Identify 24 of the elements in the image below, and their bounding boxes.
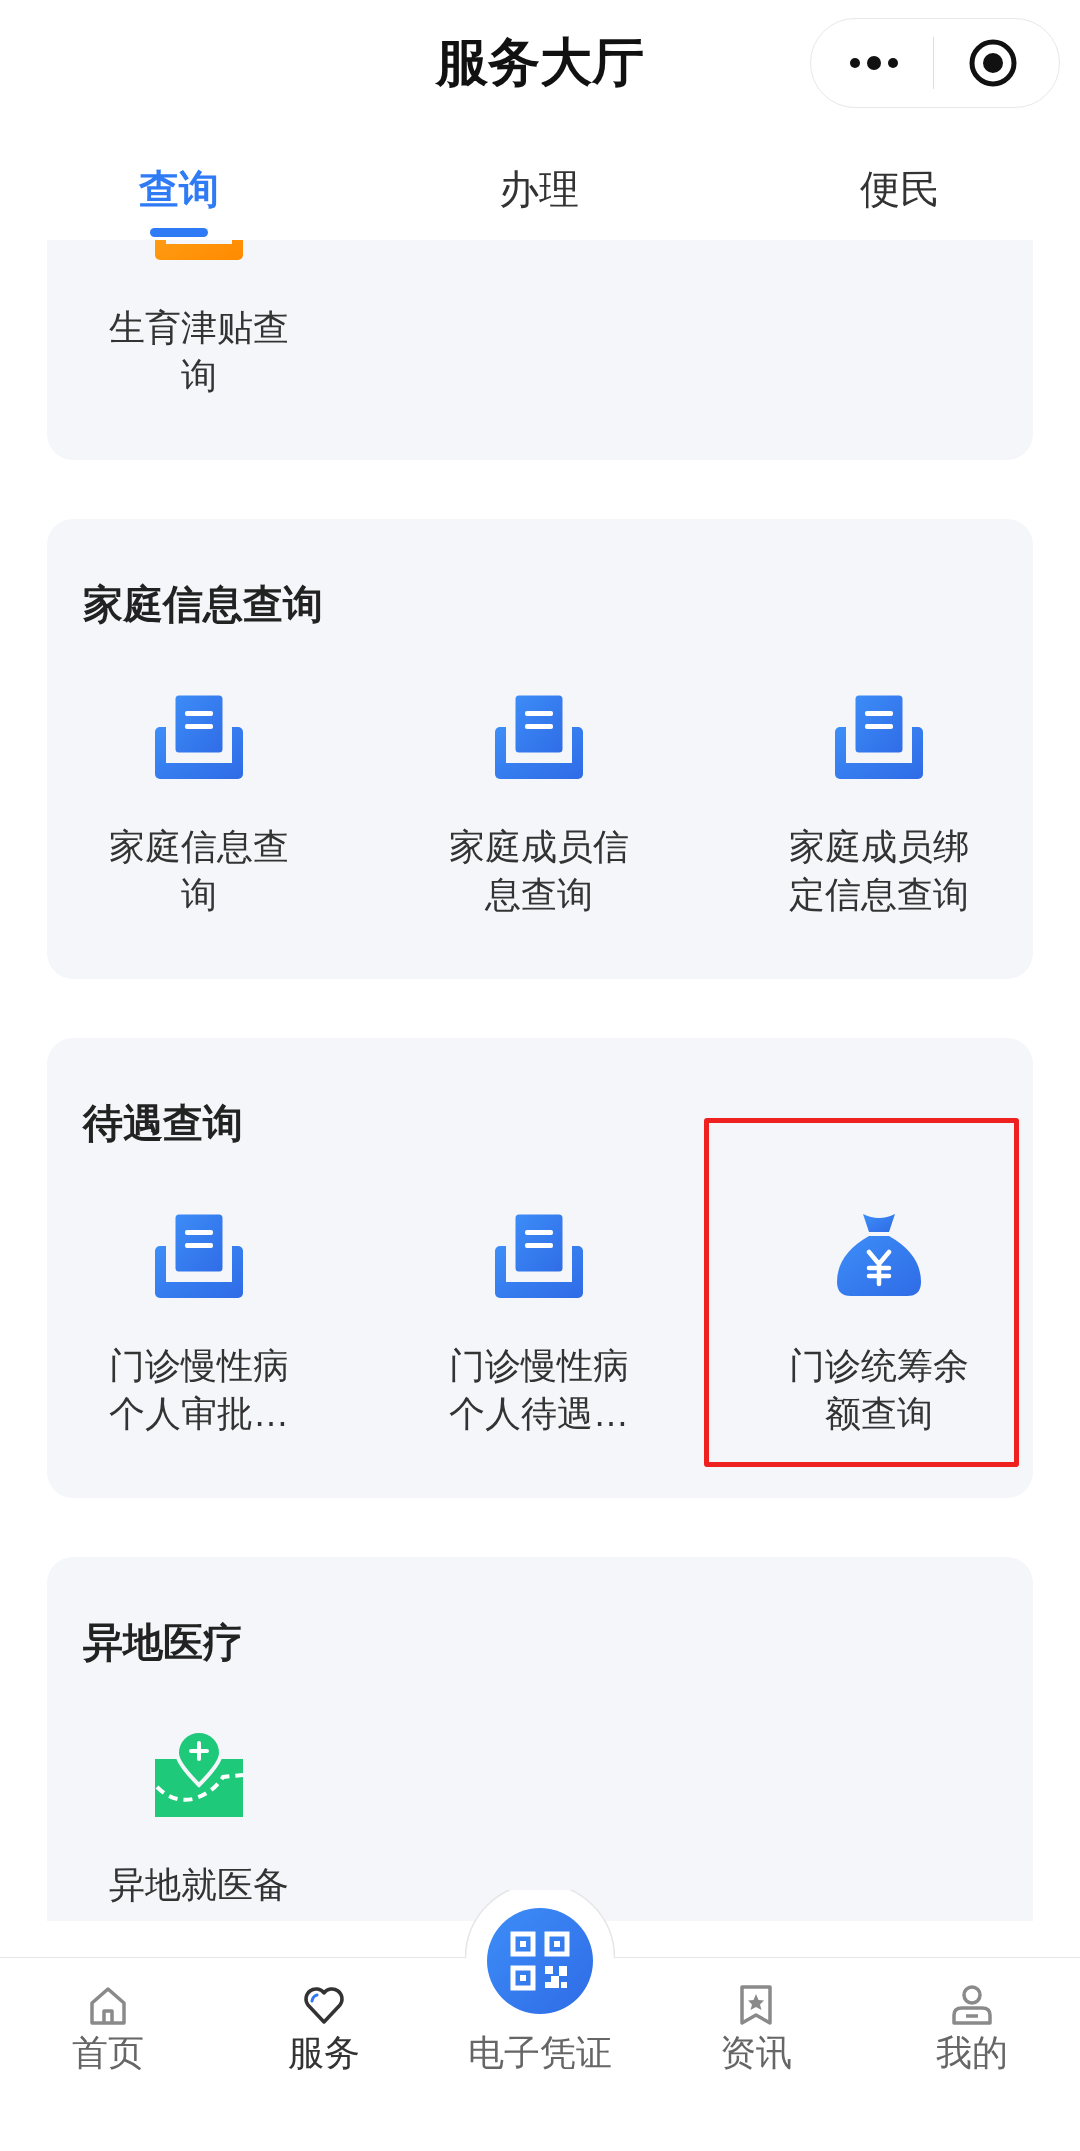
- service-item[interactable]: 家庭成员绑定信息查询: [779, 823, 979, 919]
- qr-code-icon[interactable]: [487, 1908, 593, 2014]
- nav-tab[interactable]: 服务: [216, 1958, 432, 2077]
- service-item[interactable]: 门诊慢性病个人审批…: [99, 1342, 299, 1438]
- nav-tab[interactable]: 我的: [864, 1958, 1080, 2077]
- service-item[interactable]: 家庭成员信息查询: [439, 823, 639, 919]
- close-target-icon[interactable]: [968, 38, 1018, 88]
- section-title: 异地医疗: [83, 1619, 244, 1666]
- section-title: 待遇查询: [83, 1100, 244, 1147]
- more-icon[interactable]: [849, 56, 899, 70]
- nav-tab[interactable]: 资讯: [648, 1958, 864, 2077]
- service-item[interactable]: 门诊统筹余额查询: [779, 1342, 979, 1438]
- nav-tab[interactable]: 首页: [0, 1958, 216, 2077]
- tab[interactable]: 办理: [499, 164, 579, 214]
- service-item[interactable]: 家庭信息查询: [99, 823, 299, 919]
- nav-tab[interactable]: 电子凭证: [432, 1908, 648, 2077]
- service-item[interactable]: 生育津贴查询: [99, 304, 299, 400]
- service-item[interactable]: 门诊慢性病个人待遇…: [439, 1342, 639, 1438]
- section-title: 家庭信息查询: [83, 581, 324, 628]
- page-title: 服务大厅: [436, 36, 644, 88]
- tab[interactable]: 便民: [860, 164, 940, 214]
- service-item[interactable]: 异地就医备: [99, 1861, 299, 1909]
- tab[interactable]: 查询: [139, 164, 219, 214]
- person-icon: [950, 1983, 994, 2027]
